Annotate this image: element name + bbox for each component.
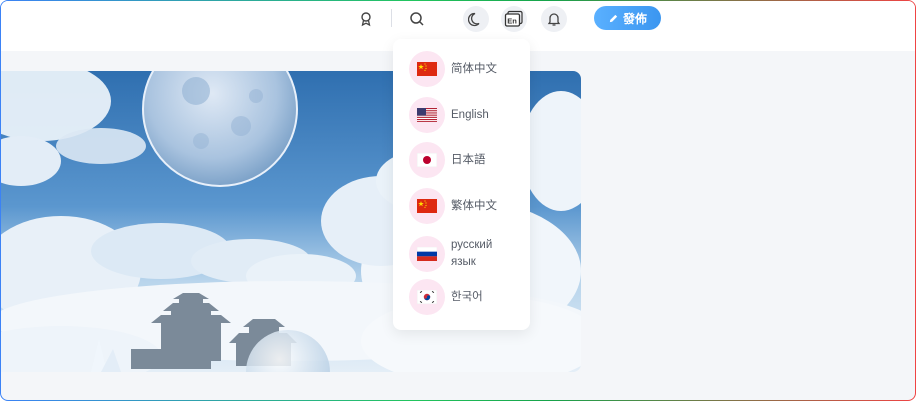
language-option-ko[interactable]: 한국어 [409, 277, 519, 317]
svg-text:En: En [507, 17, 517, 26]
flag-circle [409, 279, 445, 315]
header-divider [391, 9, 392, 27]
language-option-zh-hans[interactable]: 简体中文 [409, 49, 519, 89]
language-option-en[interactable]: English [409, 95, 519, 135]
language-icon[interactable]: En [501, 6, 527, 32]
bell-icon[interactable] [541, 6, 567, 32]
flag-circle [409, 236, 445, 272]
russia-flag-icon [417, 247, 437, 261]
pencil-icon [609, 14, 618, 22]
usa-flag-icon [417, 108, 437, 122]
publish-label: 發佈 [622, 11, 647, 26]
language-label: 繁体中文 [451, 199, 497, 212]
language-label: English [451, 108, 489, 121]
china-flag-icon [417, 62, 437, 76]
publish-button[interactable]: 發佈 [594, 6, 661, 30]
language-label: 简体中文 [451, 62, 497, 75]
language-option-zh-hant[interactable]: 繁体中文 [409, 186, 519, 226]
language-label: 한국어 [451, 290, 483, 303]
badge-icon[interactable] [353, 6, 379, 32]
language-label: 日本語 [451, 153, 486, 166]
flag-circle [409, 188, 445, 224]
window-frame: En 發佈 简体中文 English 日本語 繁体中文 русский язык… [0, 0, 916, 401]
language-label: русский язык [451, 239, 493, 268]
china-flag-icon [417, 199, 437, 213]
search-icon[interactable] [404, 6, 430, 32]
flag-circle [409, 142, 445, 178]
language-option-ja[interactable]: 日本語 [409, 140, 519, 180]
page: En 發佈 简体中文 English 日本語 繁体中文 русский язык… [1, 1, 915, 400]
language-option-ru[interactable]: русский язык [409, 233, 519, 275]
japan-flag-icon [417, 153, 437, 167]
flag-circle [409, 51, 445, 87]
flag-circle [409, 97, 445, 133]
moon-icon[interactable] [463, 6, 489, 32]
language-dropdown: 简体中文 English 日本語 繁体中文 русский язык 한국어 [393, 39, 530, 330]
korea-flag-icon [417, 290, 437, 304]
